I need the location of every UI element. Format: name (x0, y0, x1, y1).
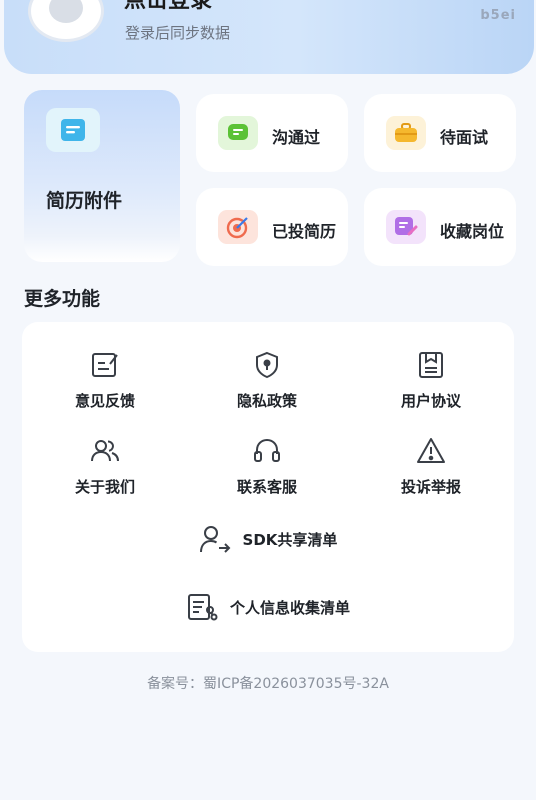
shield-lock-icon (252, 350, 282, 380)
status-card-label: 收藏岗位 (440, 222, 505, 241)
function-label: 意见反馈 (74, 392, 135, 410)
version-badge: b5ei (480, 8, 516, 23)
status-card-applied[interactable]: 已投简历 (196, 188, 348, 266)
sdk-share-list-button[interactable]: SDK共享清单 (38, 511, 498, 567)
function-label: 隐私政策 (236, 392, 297, 410)
more-functions-title: 更多功能 (24, 288, 101, 310)
personal-info-list-button[interactable]: 个人信息收集清单 (38, 579, 498, 635)
avatar-placeholder-icon (49, 0, 83, 23)
chat-bubble-icon (218, 116, 258, 150)
warning-triangle-icon (416, 436, 446, 466)
contact-support-button[interactable]: 联系客服 (202, 426, 332, 506)
function-label: 投诉举报 (400, 478, 461, 496)
status-card-label: 待面试 (440, 128, 489, 147)
about-us-button[interactable]: 关于我们 (40, 426, 170, 506)
sdk-share-list-label: SDK共享清单 (242, 530, 338, 549)
more-functions-panel: 意见反馈 隐私政策 用户协议 关于我们 联系客服 投诉举报 SDK共享清单 个人… (22, 322, 514, 652)
user-agreement-button[interactable]: 用户协议 (366, 340, 496, 420)
headset-icon (252, 436, 282, 466)
report-complaint-button[interactable]: 投诉举报 (366, 426, 496, 506)
resume-attachment-label: 简历附件 (46, 190, 123, 212)
status-card-saved-jobs[interactable]: 收藏岗位 (364, 188, 516, 266)
feedback-button[interactable]: 意见反馈 (40, 340, 170, 420)
status-card-pending-interview[interactable]: 待面试 (364, 94, 516, 172)
feedback-edit-icon (90, 350, 120, 380)
resume-attachment-card[interactable]: 简历附件 (24, 90, 180, 262)
status-card-label: 沟通过 (272, 128, 321, 147)
target-icon (218, 210, 258, 244)
function-label: 用户协议 (400, 392, 461, 410)
icp-record[interactable]: 备案号：蜀ICP备2026037035号-32A (0, 673, 536, 693)
profile-header[interactable]: 点击登录 登录后同步数据 b5ei (4, 0, 534, 74)
users-icon (90, 436, 120, 466)
personal-info-list-label: 个人信息收集清单 (229, 598, 350, 617)
briefcase-icon (386, 116, 426, 150)
document-icon (46, 108, 100, 152)
login-subtitle: 登录后同步数据 (125, 24, 231, 42)
status-card-label: 已投简历 (272, 222, 337, 241)
user-share-icon (199, 524, 231, 554)
status-card-communicated[interactable]: 沟通过 (196, 94, 348, 172)
function-label: 关于我们 (74, 478, 135, 496)
avatar[interactable] (28, 0, 104, 42)
login-title[interactable]: 点击登录 (124, 0, 212, 14)
bookmark-edit-icon (386, 210, 426, 244)
function-label: 联系客服 (236, 478, 297, 496)
privacy-policy-button[interactable]: 隐私政策 (202, 340, 332, 420)
agreement-doc-icon (416, 350, 446, 380)
info-list-icon (186, 592, 218, 622)
